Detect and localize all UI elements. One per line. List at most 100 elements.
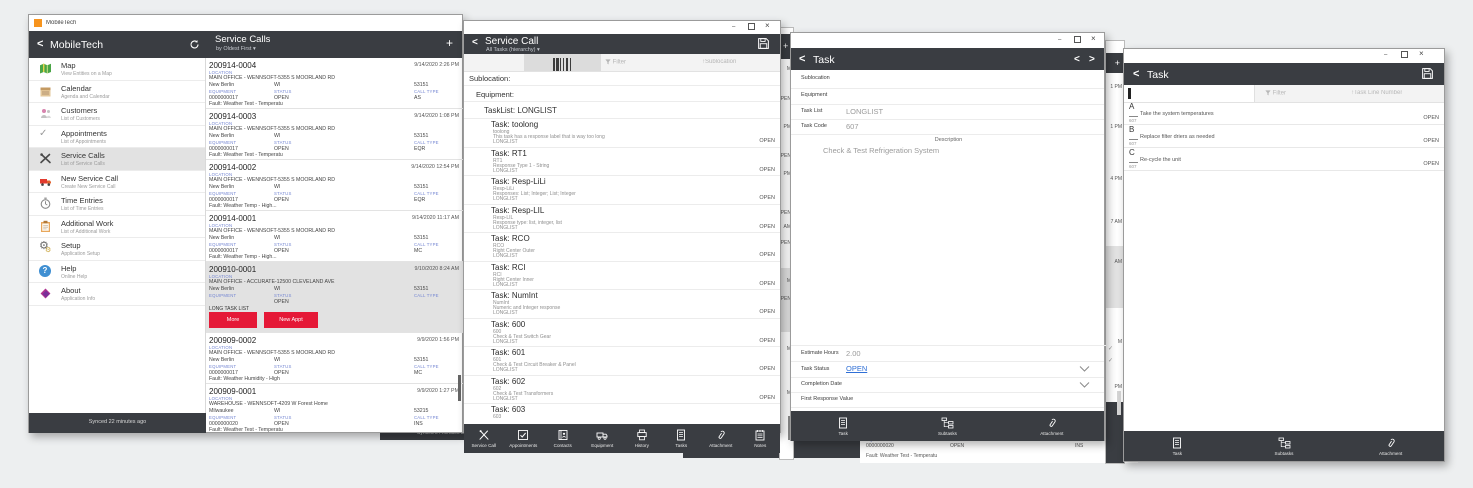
toolbar-item-history[interactable]: History [622,429,662,448]
sidebar-item-help[interactable]: ? Help Online Help [29,261,205,284]
sidebar-item-additional-work[interactable]: Additional Work List of Additional Work [29,216,205,239]
task-row[interactable]: Task: toolong toolong This task has a re… [464,119,780,148]
sidebar-item-about[interactable]: About Application Info [29,283,205,306]
panel-sort-selector[interactable]: by Oldest First ▾ [216,46,256,52]
sidebar-item-service-calls[interactable]: Service Calls List of Service Calls [29,148,205,171]
add-service-call-icon[interactable]: + [446,36,453,50]
back-chevron-icon[interactable]: < [472,37,478,48]
toolbar-item-subtasks[interactable]: Subtasks [1231,437,1338,456]
view-selector[interactable]: All Tasks (hierarchy) ▾ [486,47,540,53]
task-row[interactable]: Task: 600 600 Check & Test Switch Gear L… [464,319,780,348]
field-equipment[interactable]: Equipment [791,88,1104,105]
sidebar-item-setup[interactable]: ⚙⚙ Setup Application Setup [29,238,205,261]
more-button[interactable]: More [209,312,257,328]
close-button[interactable]: × [765,23,770,29]
field-sublocation[interactable]: Sublocation [791,70,1104,89]
sidebar-item-time-entries[interactable]: Time Entries List of Time Entries [29,193,205,216]
toolbar-item-contacts[interactable]: Contacts [543,429,583,448]
back-chevron-icon[interactable]: < [799,53,805,65]
field-first-response[interactable]: First Response Value [791,392,1104,408]
maximize-button[interactable] [1074,36,1081,43]
save-icon[interactable] [1421,67,1434,80]
service-call-row[interactable]: 200910-0001 9/10/2020 8:24 AM LOCATION M… [206,262,463,333]
task-status: OPEN [759,338,775,344]
toolbar-item-task[interactable]: Task [791,417,895,436]
minimize-button[interactable]: – [732,24,735,30]
filter-button[interactable]: Filter [605,59,626,66]
hierarchy-row-equipment[interactable]: Equipment: [464,86,780,102]
window-titlebar[interactable]: – × [791,33,1104,48]
service-call-row[interactable]: 200914-0003 9/14/2020 1:08 PM LOCATION M… [206,109,463,160]
filter-button[interactable]: Filter [1265,90,1286,97]
sidebar-item-map[interactable]: Map View Entities on a Map [29,58,205,81]
app-header-title[interactable]: MobileTech [50,39,103,51]
barcode-segment[interactable] [524,54,601,71]
task-row[interactable]: Task: RT1 RT1 Response Type 1 - String L… [464,148,780,177]
service-call-row[interactable]: 200914-0002 9/14/2020 12:54 PM LOCATION … [206,160,463,211]
maximize-button[interactable] [1401,51,1408,58]
subtask-row[interactable]: C Re-cycle the unit 607 OPEN [1124,148,1444,171]
chevron-down-icon[interactable] [1079,365,1090,373]
toolbar-item-service-call[interactable]: Service Call [464,429,504,448]
service-call-row[interactable]: 200909-0001 9/9/2020 1:27 PM LOCATION WA… [206,384,463,433]
toolbar-item-appointments[interactable]: Appointments [504,429,544,448]
field-completion-date[interactable]: Completion Date [791,377,1104,393]
toolbar-item-task[interactable]: Task [1124,437,1231,456]
service-call-row[interactable]: 200909-0002 9/9/2020 1:56 PM LOCATION MA… [206,333,463,384]
hierarchy-row-sublocation[interactable]: Sublocation: [464,71,780,86]
nav-prev-icon[interactable]: < [1074,54,1080,65]
subtask-row[interactable]: A Take the system temperatures 607 OPEN [1124,102,1444,125]
task-row[interactable]: Task: 601 601 Check & Test Circuit Break… [464,347,780,376]
close-button[interactable]: × [1091,36,1096,42]
task-status-link[interactable]: OPEN [846,364,867,373]
field-task-list[interactable]: Task List LONGLIST [791,104,1104,120]
toolbar-item-attachment[interactable]: Attachment [701,429,741,448]
close-button[interactable]: × [1419,51,1424,57]
toolbar-item-attachment[interactable]: Attachment [1337,437,1444,456]
toolbar-item-notes[interactable]: Notes [741,429,781,448]
minimize-button[interactable]: – [1058,37,1061,43]
nav-next-icon[interactable]: > [1089,54,1095,65]
sidebar-item-new-service-call[interactable]: New Service Call Create New Service Call [29,171,205,194]
hierarchy-row-tasklist[interactable]: TaskList: LONGLIST [464,102,780,119]
sidebar-item-calendar[interactable]: Calendar Agenda and Calendar [29,81,205,104]
service-call-row[interactable]: 200914-0004 9/14/2020 2:26 PM LOCATION M… [206,58,463,109]
field-description[interactable]: Description Check & Test Refrigeration S… [791,134,1106,346]
task-row[interactable]: Task: RCI RCI Right Center Inner LONGLIS… [464,262,780,291]
back-chevron-icon[interactable]: < [1133,68,1139,80]
scrollbar-thumb[interactable] [1117,391,1121,415]
window-titlebar[interactable]: – × [1124,49,1444,63]
sort-button[interactable]: ↑Task Line Number [1351,90,1402,96]
field-estimate-hours[interactable]: Estimate Hours 2.00 [791,346,1104,362]
minimize-button[interactable]: – [1384,52,1387,58]
back-chevron-icon[interactable]: < [37,38,43,50]
task-row[interactable]: Task: 603 603 [464,404,780,424]
maximize-button[interactable] [748,23,755,30]
search-input[interactable] [1124,85,1255,102]
add-icon[interactable]: + [1115,58,1120,68]
task-row[interactable]: Task: NumInt NumInt Numeric and Integer … [464,290,780,319]
task-row[interactable]: Task: RCO RCO Right Center Outer LONGLIS… [464,233,780,262]
sidebar-item-customers[interactable]: Customers List of Customers [29,103,205,126]
window-titlebar[interactable]: MobileTech [29,15,462,31]
add-icon[interactable]: + [783,41,788,51]
chevron-down-icon[interactable] [1079,381,1090,389]
task-row[interactable]: Task: Resp-LIL Resp-LIL Response type: l… [464,205,780,234]
new-appt-button[interactable]: New Appt [264,312,318,328]
task-row[interactable]: Task: Resp-LiLi Resp-LiLi Responses: Lis… [464,176,780,205]
toolbar-item-attachment[interactable]: Attachment [1000,417,1104,436]
refresh-icon[interactable] [189,39,200,50]
field-task-status[interactable]: Task Status OPEN [791,361,1104,378]
toolbar-item-equipment[interactable]: Equipment [583,429,623,448]
field-task-code[interactable]: Task Code 607 [791,119,1104,135]
toolbar-item-tasks[interactable]: Tasks [662,429,702,448]
service-call-row[interactable]: 200914-0001 9/14/2020 11:17 AM LOCATION … [206,211,463,262]
scrollbar-thumb[interactable] [458,375,461,401]
sort-button[interactable]: ↑Sublocation [702,59,736,65]
save-icon[interactable] [757,37,770,50]
sidebar-item-appointments[interactable]: ✓ Appointments List of Appointments [29,126,205,149]
subtask-row[interactable]: B Replace filter driers as needed 607 OP… [1124,125,1444,148]
window-titlebar[interactable]: – × [464,21,780,34]
task-row[interactable]: Task: 602 602 Check & Test Transformers … [464,376,780,405]
toolbar-item-subtasks[interactable]: Subtasks [895,417,999,436]
